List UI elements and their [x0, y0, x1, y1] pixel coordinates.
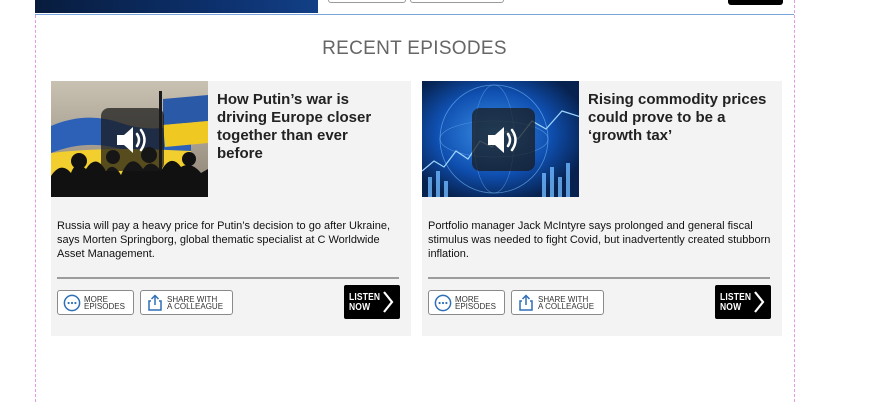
layout-guide-left [35, 0, 36, 402]
more-episodes-button[interactable]: MORE EPISODES [428, 290, 505, 315]
episode-title[interactable]: How Putin’s war is driving Europe closer… [217, 91, 397, 163]
share-icon [516, 293, 535, 312]
chevron-right-icon [753, 290, 765, 319]
card-divider [57, 277, 399, 279]
share-label: SHARE WITH A COLLEAGUE [167, 295, 224, 311]
share-icon [145, 293, 164, 312]
share-label-line2: A COLLEAGUE [538, 301, 595, 311]
episode-thumbnail[interactable] [51, 81, 208, 197]
card-divider [428, 277, 770, 279]
chevron-right-icon [382, 290, 394, 319]
listen-now-button[interactable]: LISTEN NOW [715, 285, 771, 319]
more-episodes-label: MORE EPISODES [455, 295, 496, 311]
previous-more-button-edge[interactable] [328, 0, 406, 3]
ellipsis-circle-icon [433, 293, 452, 312]
share-with-colleague-button[interactable]: SHARE WITH A COLLEAGUE [140, 290, 233, 315]
episode-card: Rising commodity prices could prove to b… [422, 81, 782, 336]
share-label-line2: A COLLEAGUE [167, 301, 224, 311]
episode-card: How Putin’s war is driving Europe closer… [51, 81, 411, 336]
share-with-colleague-button[interactable]: SHARE WITH A COLLEAGUE [511, 290, 604, 315]
speaker-icon[interactable] [472, 108, 535, 171]
section-title: RECENT EPISODES [322, 38, 507, 59]
more-episodes-button[interactable]: MORE EPISODES [57, 290, 134, 315]
episode-description: Russia will pay a heavy price for Putin’… [57, 220, 391, 260]
listen-now-button[interactable]: LISTEN NOW [344, 285, 400, 319]
share-label: SHARE WITH A COLLEAGUE [538, 295, 595, 311]
previous-listen-button-edge[interactable] [728, 0, 783, 5]
listen-label-line2: NOW [349, 302, 371, 313]
episode-title[interactable]: Rising commodity prices could prove to b… [588, 91, 768, 145]
listen-label-line2: NOW [720, 302, 742, 313]
more-label-line2: EPISODES [84, 301, 125, 311]
layout-guide-right [794, 0, 795, 402]
more-label-line2: EPISODES [455, 301, 496, 311]
episode-description: Portfolio manager Jack McIntyre says pro… [428, 220, 771, 260]
ellipsis-circle-icon [62, 293, 81, 312]
episode-thumbnail[interactable] [422, 81, 579, 197]
listen-now-label: LISTEN NOW [349, 293, 380, 313]
hero-image-edge [35, 0, 318, 13]
more-episodes-label: MORE EPISODES [84, 295, 125, 311]
listen-now-label: LISTEN NOW [720, 293, 751, 313]
speaker-icon[interactable] [101, 108, 164, 171]
previous-share-button-edge[interactable] [410, 0, 504, 3]
previous-section-bottom [35, 0, 794, 15]
